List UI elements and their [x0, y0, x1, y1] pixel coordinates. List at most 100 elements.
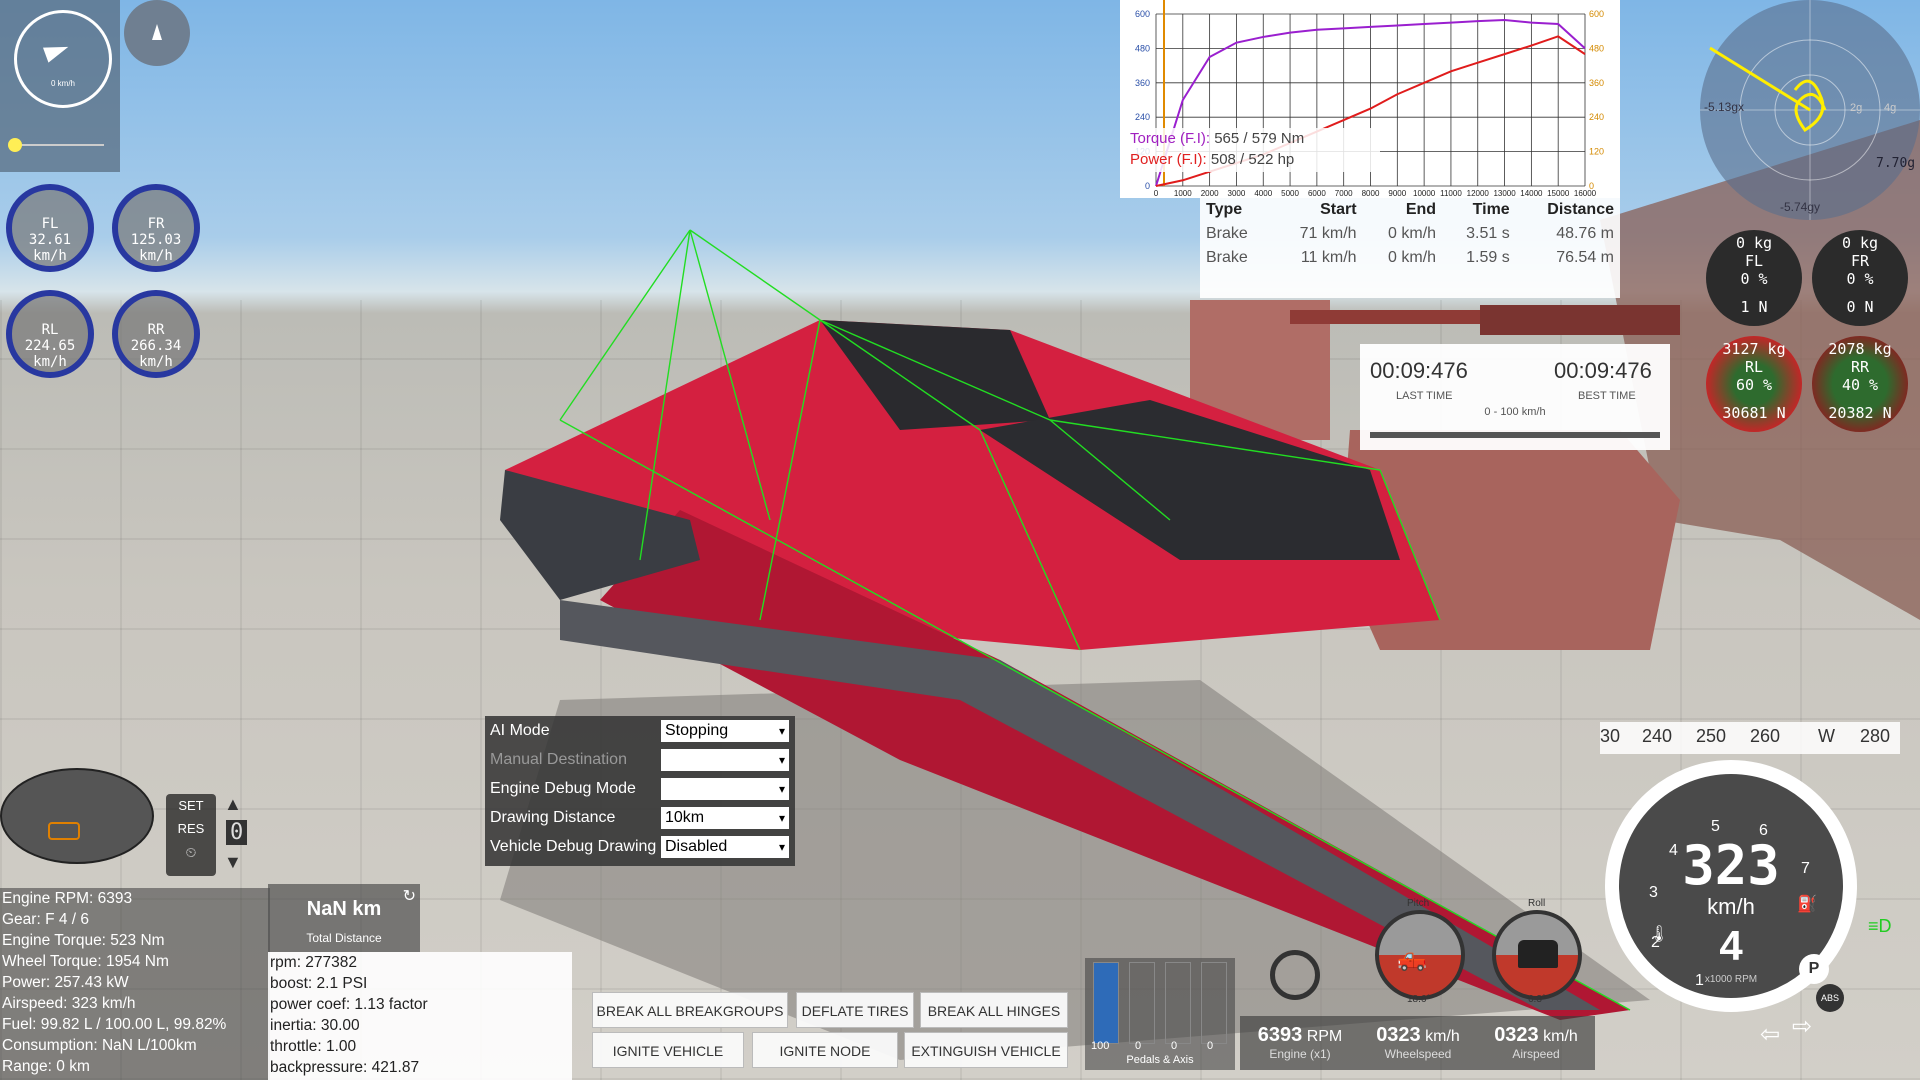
y-right-tick-label: 600 [1589, 9, 1604, 19]
zoom-slider[interactable] [12, 144, 104, 146]
coolant-temp-icon: 🌡 [1649, 926, 1670, 943]
vehicle-debug-select[interactable]: Disabled [661, 835, 789, 858]
timer-progress-bar [1370, 432, 1660, 438]
tyre-load-fl: 0 kg FL 0 % 1 N [1706, 230, 1802, 326]
deflate-tires-button[interactable]: DEFLATE TIRES [796, 992, 914, 1028]
turn-left-icon[interactable]: ⇦ [1760, 1020, 1780, 1049]
cruise-control: SET RES ⏲ [166, 794, 216, 876]
vehicle-arrow-icon [42, 39, 72, 63]
tyre-mass: 2078 kg [1828, 340, 1892, 358]
digital-readouts: 6393 RPM Engine (x1) 0323 km/h Wheelspee… [1240, 1016, 1595, 1070]
debug-line: boost: 2.1 PSI [270, 975, 368, 992]
x-tick-label: 9000 [1388, 189, 1406, 198]
y-right-tick-label: 120 [1589, 147, 1604, 157]
table-cell: 1.59 s [1466, 249, 1510, 266]
digital-value: 6393 [1257, 1024, 1303, 1046]
minimap-speed: 0 km/h [50, 79, 75, 88]
debug-line: throttle: 1.00 [270, 1038, 357, 1055]
g-force-meter: -5.13gx -5.74gy 2g 4g 7.70g [1700, 0, 1920, 220]
table-row: Brake 11 km/h 0 km/h 1.59 s 76.54 m [1200, 246, 1620, 270]
last-time: 00:09:476 [1370, 358, 1468, 383]
tyre-name: RL [1744, 358, 1764, 376]
abs-indicator-icon: ABS [1816, 984, 1844, 1012]
pedal-value: 0 [1207, 1040, 1214, 1052]
table-cell: 76.54 m [1556, 249, 1614, 266]
rpm-tick: 3 [1649, 884, 1658, 901]
tyre-load-rr: 2078 kg RR 40 % 20382 N [1812, 336, 1908, 432]
tyre-load-fr: 0 kg FR 0 % 0 N [1812, 230, 1908, 326]
cruise-res-button[interactable]: RES [166, 821, 216, 836]
tyre-mass: 3127 kg [1722, 340, 1786, 358]
ai-mode-select[interactable]: Stopping [661, 719, 789, 742]
compass-needle-icon [152, 24, 162, 40]
truck-side-icon: 🛻 [1397, 945, 1427, 972]
airspeed-readout: 0323 km/h Airspeed [1486, 1024, 1586, 1061]
wheel-gauge-fr: FR 125.03 km/h [112, 184, 200, 272]
debug-line: inertia: 30.00 [270, 1017, 360, 1034]
tyre-name: FR [1850, 252, 1870, 270]
cruise-set-button[interactable]: SET [166, 798, 216, 813]
x-tick-label: 0 [1154, 189, 1159, 198]
ignite-node-button[interactable]: IGNITE NODE [752, 1032, 898, 1068]
stat-line: Airspeed: 323 km/h [2, 995, 136, 1012]
wheel-gauge-rr: RR 266.34 km/h [112, 290, 200, 378]
tyre-pct: 40 % [1841, 376, 1879, 394]
table-cell: Brake [1206, 249, 1248, 266]
debug-line: power coef: 1.13 factor [270, 996, 428, 1013]
tape-label: 280 [1860, 726, 1891, 746]
minimap-speed-dial: 0 km/h [14, 10, 112, 108]
vehicle-debug-label: Vehicle Debug Drawing [490, 837, 657, 855]
break-hinges-button[interactable]: BREAK ALL HINGES [920, 992, 1068, 1028]
heading-tape: 30 240 250 260 W 280 [1600, 722, 1900, 754]
column-header: Distance [1547, 201, 1614, 218]
fuel-icon: ⛽ [1797, 896, 1817, 913]
manual-destination-select[interactable] [661, 748, 789, 771]
refresh-icon[interactable]: ↻ [403, 886, 416, 906]
speedometer: 323 km/h 4 x1000 RPM 1 2 3 4 5 6 7 P 🌡 ⛽ [1605, 760, 1857, 1012]
stat-line: Consumption: NaN L/100km [2, 1037, 197, 1054]
zoom-slider-handle[interactable] [8, 138, 22, 152]
cruise-value: 0 [226, 820, 248, 845]
drawing-distance-row: Drawing Distance 10km [485, 803, 795, 832]
parking-bar [1201, 962, 1227, 1044]
x-tick-label: 3000 [1228, 189, 1246, 198]
cruise-down-icon[interactable]: ▼ [224, 852, 242, 873]
tyre-name: FL [1744, 252, 1764, 270]
x-tick-label: 12000 [1467, 189, 1490, 198]
rpm-tick: 1 [1695, 972, 1704, 989]
engine-debug-row: Engine Debug Mode [485, 774, 795, 803]
g-total: 7.70g [1876, 156, 1916, 171]
tyre-force: 1 N [1740, 298, 1768, 316]
tape-label: W [1818, 726, 1835, 746]
extinguish-vehicle-button[interactable]: EXTINGUISH VEHICLE [904, 1032, 1068, 1068]
stat-line: Range: 0 km [2, 1058, 90, 1075]
rpm-tick: 6 [1759, 822, 1768, 839]
y-tick-label: 0 [1145, 181, 1150, 191]
pitch-label: Pitch [1407, 898, 1430, 909]
x-tick-label: 15000 [1547, 189, 1570, 198]
stat-line: Gear: F 4 / 6 [2, 911, 90, 928]
tyre-mass: 0 kg [1841, 234, 1879, 252]
pitch-indicator: Pitch 🛻 18.6° [1375, 898, 1465, 1005]
x-tick-label: 2000 [1201, 189, 1219, 198]
tyre-pct: 60 % [1735, 376, 1773, 394]
cruise-up-icon[interactable]: ▲ [224, 794, 242, 815]
pedal-value: 0 [1135, 1040, 1142, 1052]
y-right-tick-label: 480 [1589, 43, 1604, 53]
column-header: End [1405, 201, 1437, 218]
table-cell: 11 km/h [1300, 249, 1357, 266]
drawing-distance-select[interactable]: 10km [661, 806, 789, 829]
g-ring-4: 4g [1884, 102, 1897, 114]
ai-mode-row: AI Mode Stopping [485, 716, 795, 745]
best-time-label: BEST TIME [1578, 390, 1636, 402]
engine-debug-select[interactable] [661, 777, 789, 800]
minimap[interactable]: 0 km/h [0, 0, 120, 172]
pitch-value: 18.6° [1407, 994, 1431, 1005]
break-breakgroups-button[interactable]: BREAK ALL BREAKGROUPS [592, 992, 788, 1028]
pedal-value: 0 [1171, 1040, 1178, 1052]
wheel-speed: 224.65 km/h [24, 338, 76, 370]
turn-right-icon[interactable]: ⇨ [1792, 1012, 1812, 1041]
drawing-distance-label: Drawing Distance [490, 808, 616, 826]
ignite-vehicle-button[interactable]: IGNITE VEHICLE [592, 1032, 744, 1068]
digital-unit: RPM [1306, 1028, 1343, 1045]
